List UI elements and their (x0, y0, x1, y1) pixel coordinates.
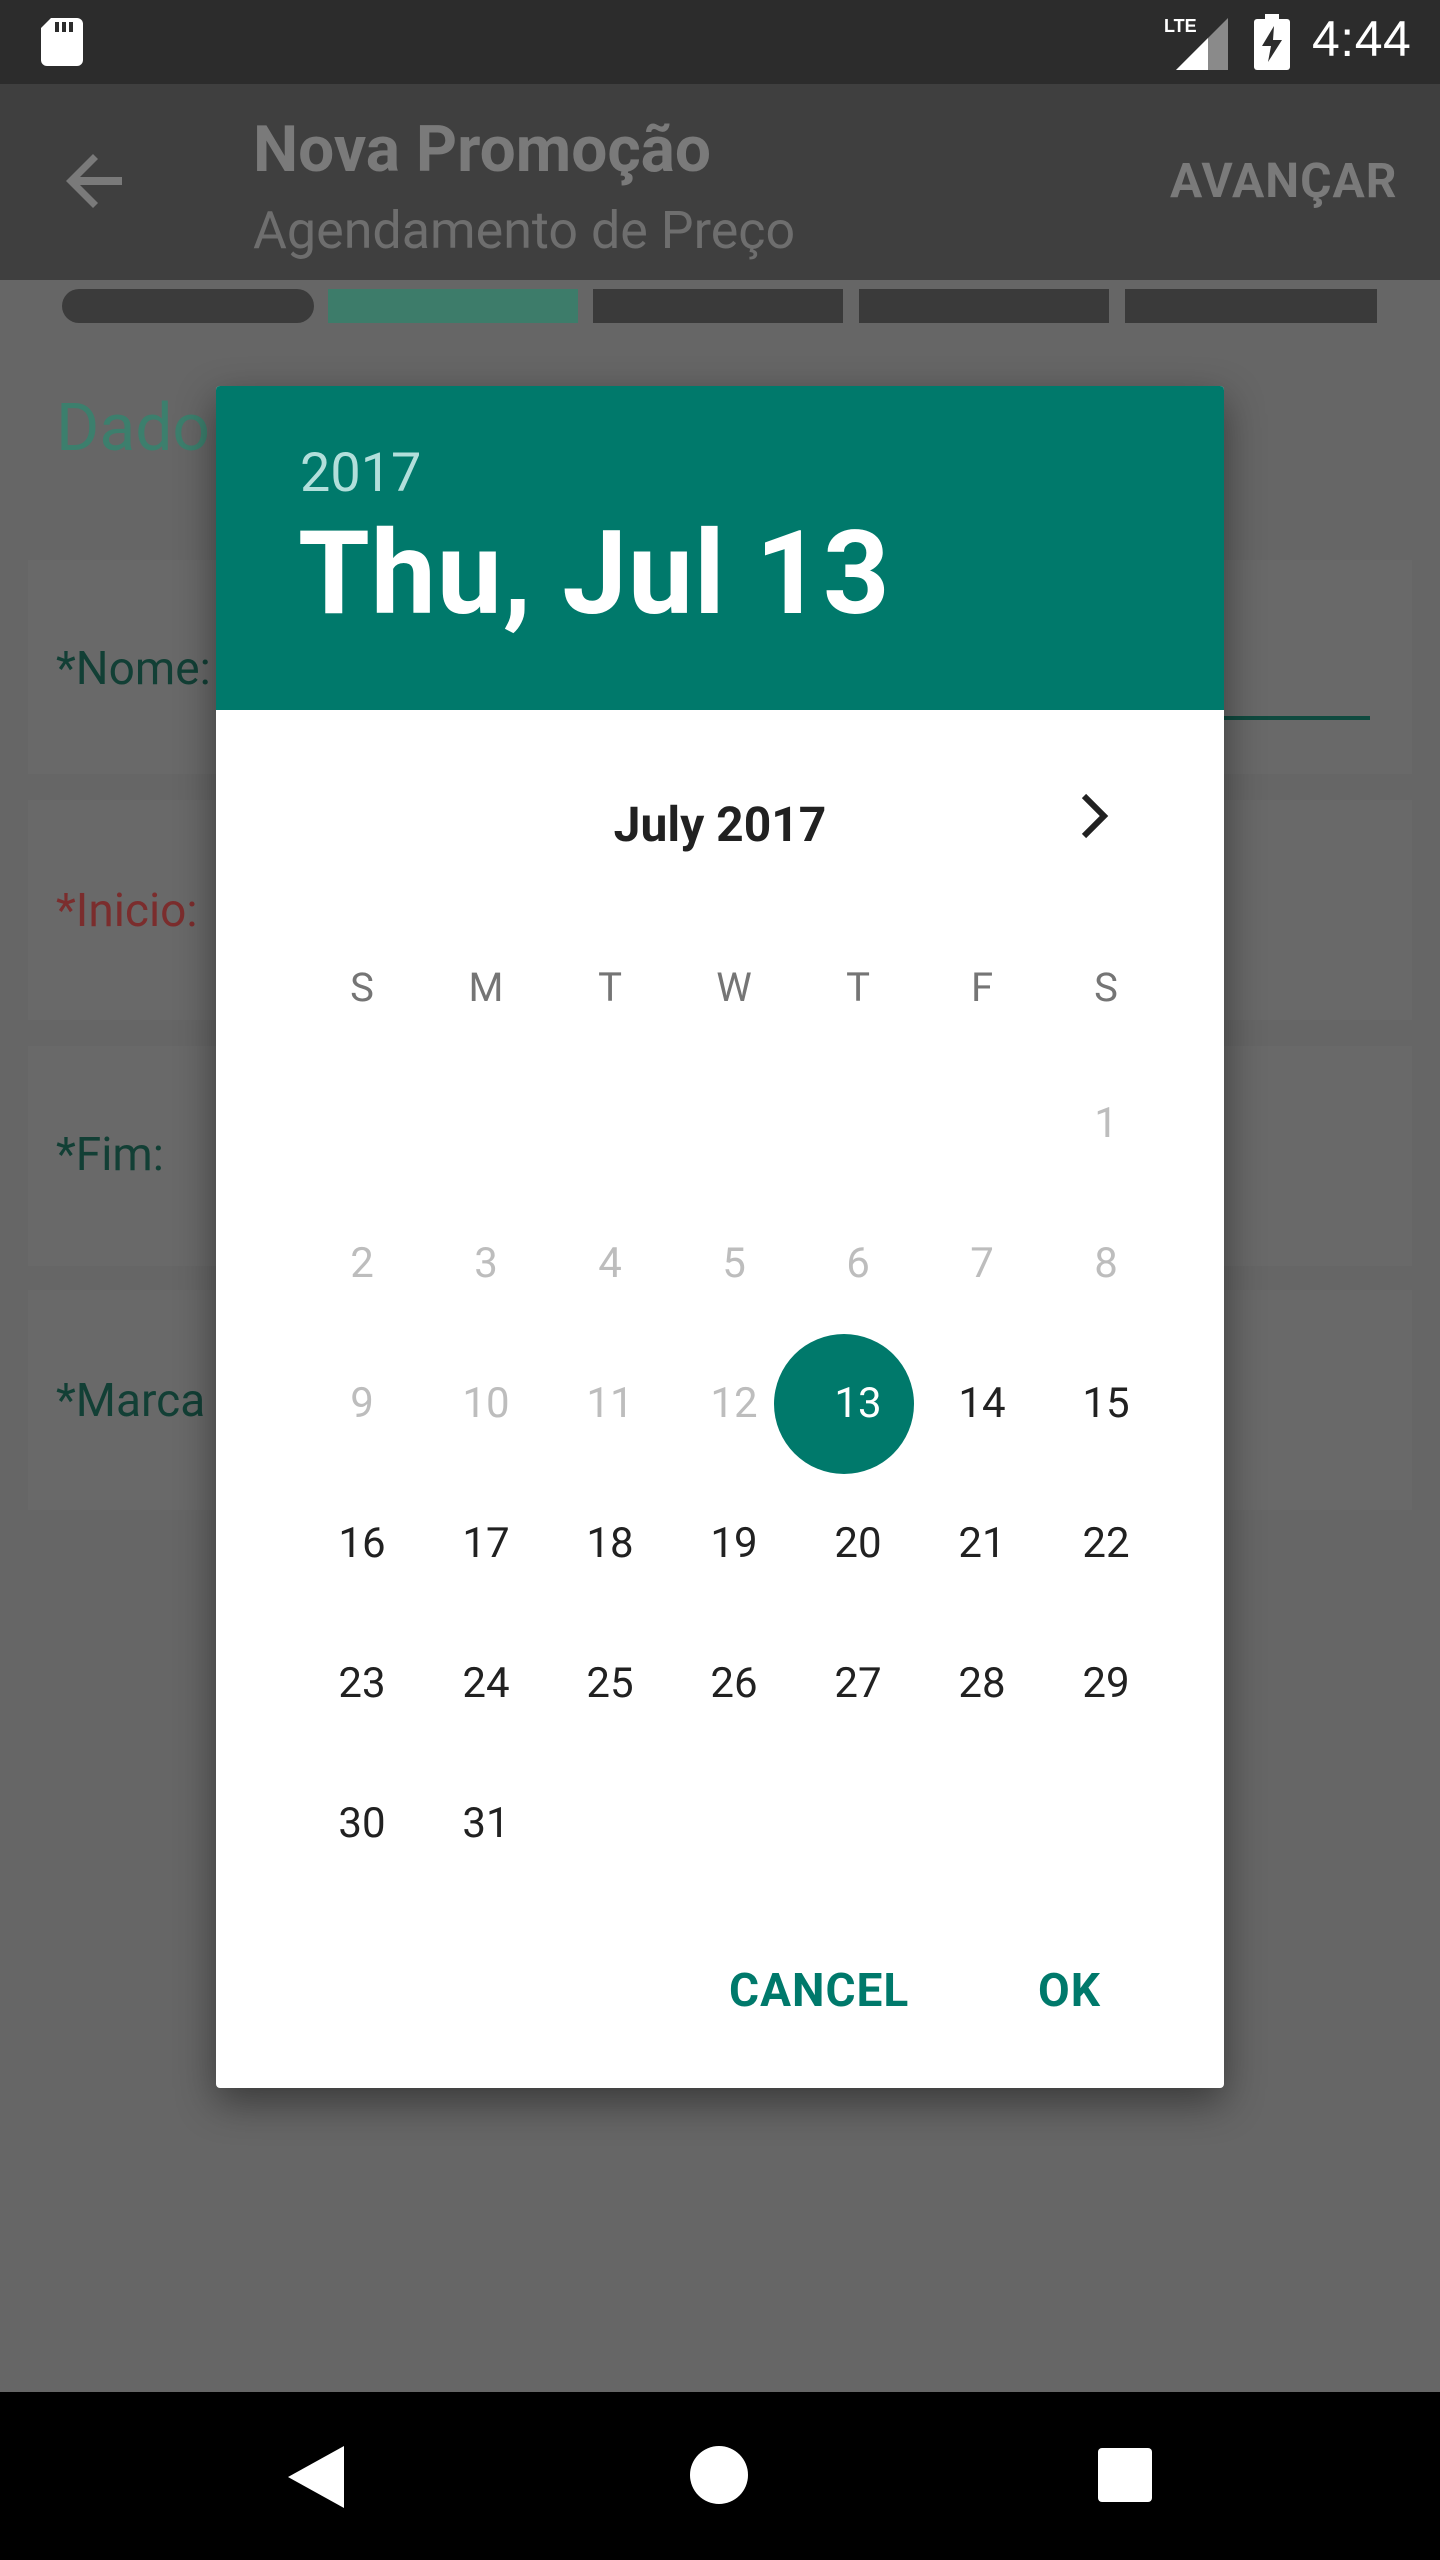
calendar-day[interactable]: 24 (424, 1614, 548, 1754)
header-date[interactable]: Thu, Jul 13 (298, 506, 891, 642)
calendar-day[interactable]: 26 (672, 1614, 796, 1754)
weekday-label: F (970, 964, 994, 1011)
weekday-label: W (716, 964, 752, 1011)
calendar-day[interactable]: 27 (796, 1614, 920, 1754)
calendar-day[interactable]: 30 (300, 1754, 424, 1894)
calendar-day[interactable]: 28 (920, 1614, 1044, 1754)
stepper-step-4 (859, 289, 1109, 323)
calendar-day[interactable]: 22 (1044, 1474, 1168, 1614)
weekday-label: T (846, 964, 870, 1011)
calendar-day[interactable]: 31 (424, 1754, 548, 1894)
cancel-button[interactable]: CANCEL (729, 1964, 909, 2018)
status-bar: LTE 4:44 (0, 0, 1440, 84)
calendar-day[interactable]: 16 (300, 1474, 424, 1614)
stepper-step-5 (1125, 289, 1377, 323)
date-picker-header: 2017 Thu, Jul 13 (216, 386, 1224, 710)
calendar-day[interactable]: 18 (548, 1474, 672, 1614)
battery-charging-icon (1254, 14, 1290, 70)
calendar-day[interactable]: 21 (920, 1474, 1044, 1614)
calendar-day-selected[interactable]: 13 (796, 1334, 920, 1474)
header-year[interactable]: 2017 (300, 442, 421, 505)
calendar-day[interactable]: 29 (1044, 1614, 1168, 1754)
sd-card-icon (41, 18, 83, 66)
calendar-day: 12 (710, 1379, 758, 1428)
calendar-day: 2 (350, 1239, 374, 1288)
calendar-day[interactable]: 15 (1044, 1334, 1168, 1474)
field-label-nome: *Nome: (56, 642, 211, 696)
calendar-day: 10 (462, 1379, 510, 1428)
nav-back-icon[interactable] (288, 2446, 344, 2508)
calendar-day: 7 (970, 1239, 994, 1288)
weekday-label: T (598, 964, 622, 1011)
calendar-day[interactable]: 17 (424, 1474, 548, 1614)
date-picker-dialog: 2017 Thu, Jul 13 July 2017 SMTWTFS 12345… (216, 386, 1224, 2088)
weekday-label: S (350, 964, 374, 1011)
stepper-step-1 (62, 289, 314, 323)
calendar-day[interactable]: 19 (672, 1474, 796, 1614)
calendar-day: 11 (586, 1379, 634, 1428)
page-title: Nova Promoção (253, 112, 712, 187)
field-label-inicio: *Inicio: (56, 884, 198, 938)
calendar-day: 8 (1094, 1239, 1118, 1288)
weekday-label: S (1094, 964, 1118, 1011)
advance-button[interactable]: AVANÇAR (1170, 152, 1398, 209)
calendar-day[interactable]: 14 (920, 1334, 1044, 1474)
calendar-day[interactable]: 23 (300, 1614, 424, 1754)
nav-recents-icon[interactable] (1098, 2448, 1152, 2502)
stepper-step-2-active (328, 289, 578, 323)
calendar-day[interactable]: 25 (548, 1614, 672, 1754)
calendar-day: 9 (350, 1379, 374, 1428)
calendar-day[interactable]: 20 (796, 1474, 920, 1614)
section-title: Dado (56, 390, 211, 467)
calendar-day: 5 (722, 1239, 746, 1288)
lte-signal-icon: LTE (1164, 16, 1228, 70)
calendar-day: 6 (846, 1239, 870, 1288)
network-type-label: LTE (1164, 16, 1197, 36)
name-field-underline (1224, 716, 1370, 720)
ok-button[interactable]: OK (1038, 1964, 1101, 2018)
field-label-marca: *Marca (56, 1374, 206, 1428)
weekday-label: M (468, 964, 504, 1011)
stepper-step-3 (593, 289, 843, 323)
arrow-left-icon[interactable] (62, 146, 132, 216)
calendar-day: 1 (1094, 1099, 1118, 1148)
field-label-fim: *Fim: (56, 1128, 164, 1182)
calendar-day: 4 (598, 1239, 622, 1288)
calendar-day: 3 (474, 1239, 498, 1288)
status-clock: 4:44 (1312, 11, 1412, 67)
nav-home-icon[interactable] (690, 2446, 748, 2504)
chevron-right-icon[interactable] (1064, 786, 1124, 846)
page-subtitle: Agendamento de Preço (253, 200, 796, 261)
